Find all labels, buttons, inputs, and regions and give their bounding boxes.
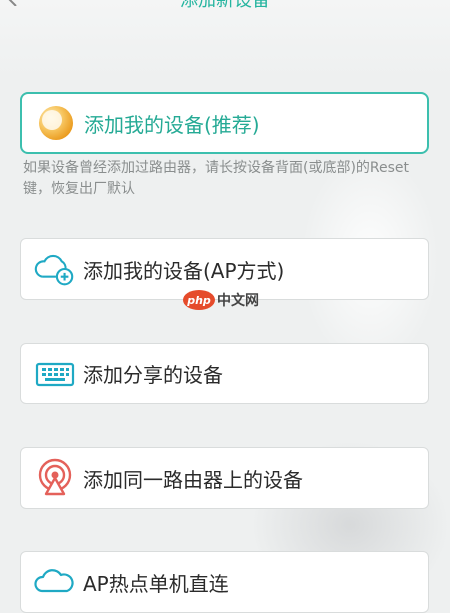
option-label: 添加分享的设备: [83, 363, 223, 387]
add-my-device-recommended-button[interactable]: 添加我的设备(推荐): [20, 92, 429, 154]
orange-circle-icon: [34, 103, 78, 143]
option-label: 添加我的设备(推荐): [84, 112, 260, 137]
watermark: php 中文网: [183, 290, 259, 310]
add-same-router-device-button[interactable]: 添加同一路由器上的设备: [20, 447, 429, 509]
reset-hint-text: 如果设备曾经添加过路由器，请长按设备背面(或底部)的Reset键，恢复出厂默认: [23, 160, 410, 197]
php-logo: php: [183, 290, 215, 310]
option-label: AP热点单机直连: [83, 571, 229, 596]
keyboard-icon: [33, 359, 77, 389]
router-signal-icon: [33, 458, 77, 498]
cloud-plus-icon: [33, 251, 77, 287]
watermark-text: 中文网: [217, 293, 259, 309]
option-label: 添加同一路由器上的设备: [83, 467, 303, 492]
page-title: 添加新设备: [180, 0, 270, 11]
cloud-icon: [33, 567, 77, 597]
ap-hotspot-direct-button[interactable]: AP热点单机直连: [20, 551, 429, 613]
add-shared-device-button[interactable]: 添加分享的设备: [20, 343, 429, 404]
option-label: 添加我的设备(AP方式): [83, 258, 285, 283]
